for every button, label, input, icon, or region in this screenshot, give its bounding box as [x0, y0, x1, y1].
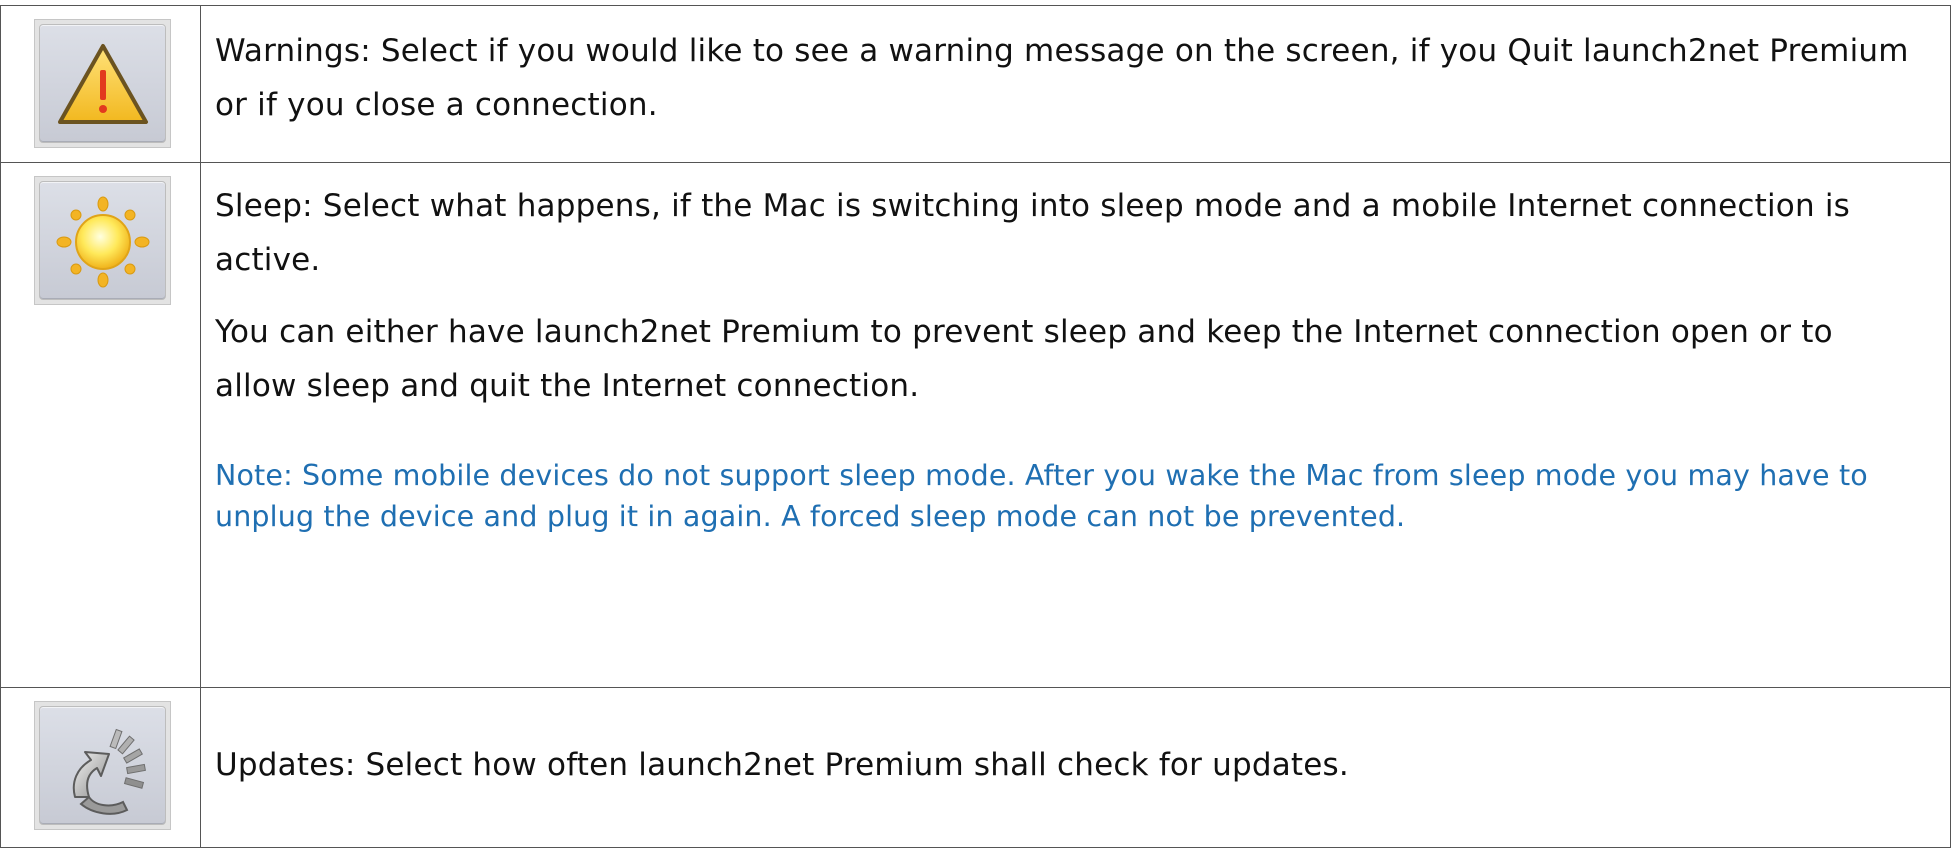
- icon-cell: [0, 5, 201, 163]
- table-row-warnings: Warnings: Select if you would like to se…: [0, 5, 1951, 163]
- updates-description: Updates: Select how often launch2net Pre…: [215, 747, 1349, 783]
- warnings-description: Warnings: Select if you would like to se…: [215, 33, 1909, 123]
- text-cell: Sleep: Select what happens, if the Mac i…: [200, 162, 1951, 688]
- sleep-note: Note: Some mobile devices do not support…: [215, 459, 1868, 533]
- table-row-sleep: Sleep: Select what happens, if the Mac i…: [0, 162, 1951, 688]
- icon-cell: [0, 162, 201, 688]
- sleep-description: Sleep: Select what happens, if the Mac i…: [215, 188, 1851, 278]
- update-arrows-icon: [34, 701, 171, 830]
- sleep-options-description: You can either have launch2net Premium t…: [215, 314, 1833, 404]
- text-cell: Updates: Select how often launch2net Pre…: [200, 687, 1951, 848]
- icon-cell: [0, 687, 201, 848]
- warning-triangle-icon: [34, 19, 171, 148]
- preferences-table: Warnings: Select if you would like to se…: [0, 5, 1951, 848]
- table-row-updates: Updates: Select how often launch2net Pre…: [0, 687, 1951, 848]
- sun-icon: [34, 176, 171, 305]
- text-cell: Warnings: Select if you would like to se…: [200, 5, 1951, 163]
